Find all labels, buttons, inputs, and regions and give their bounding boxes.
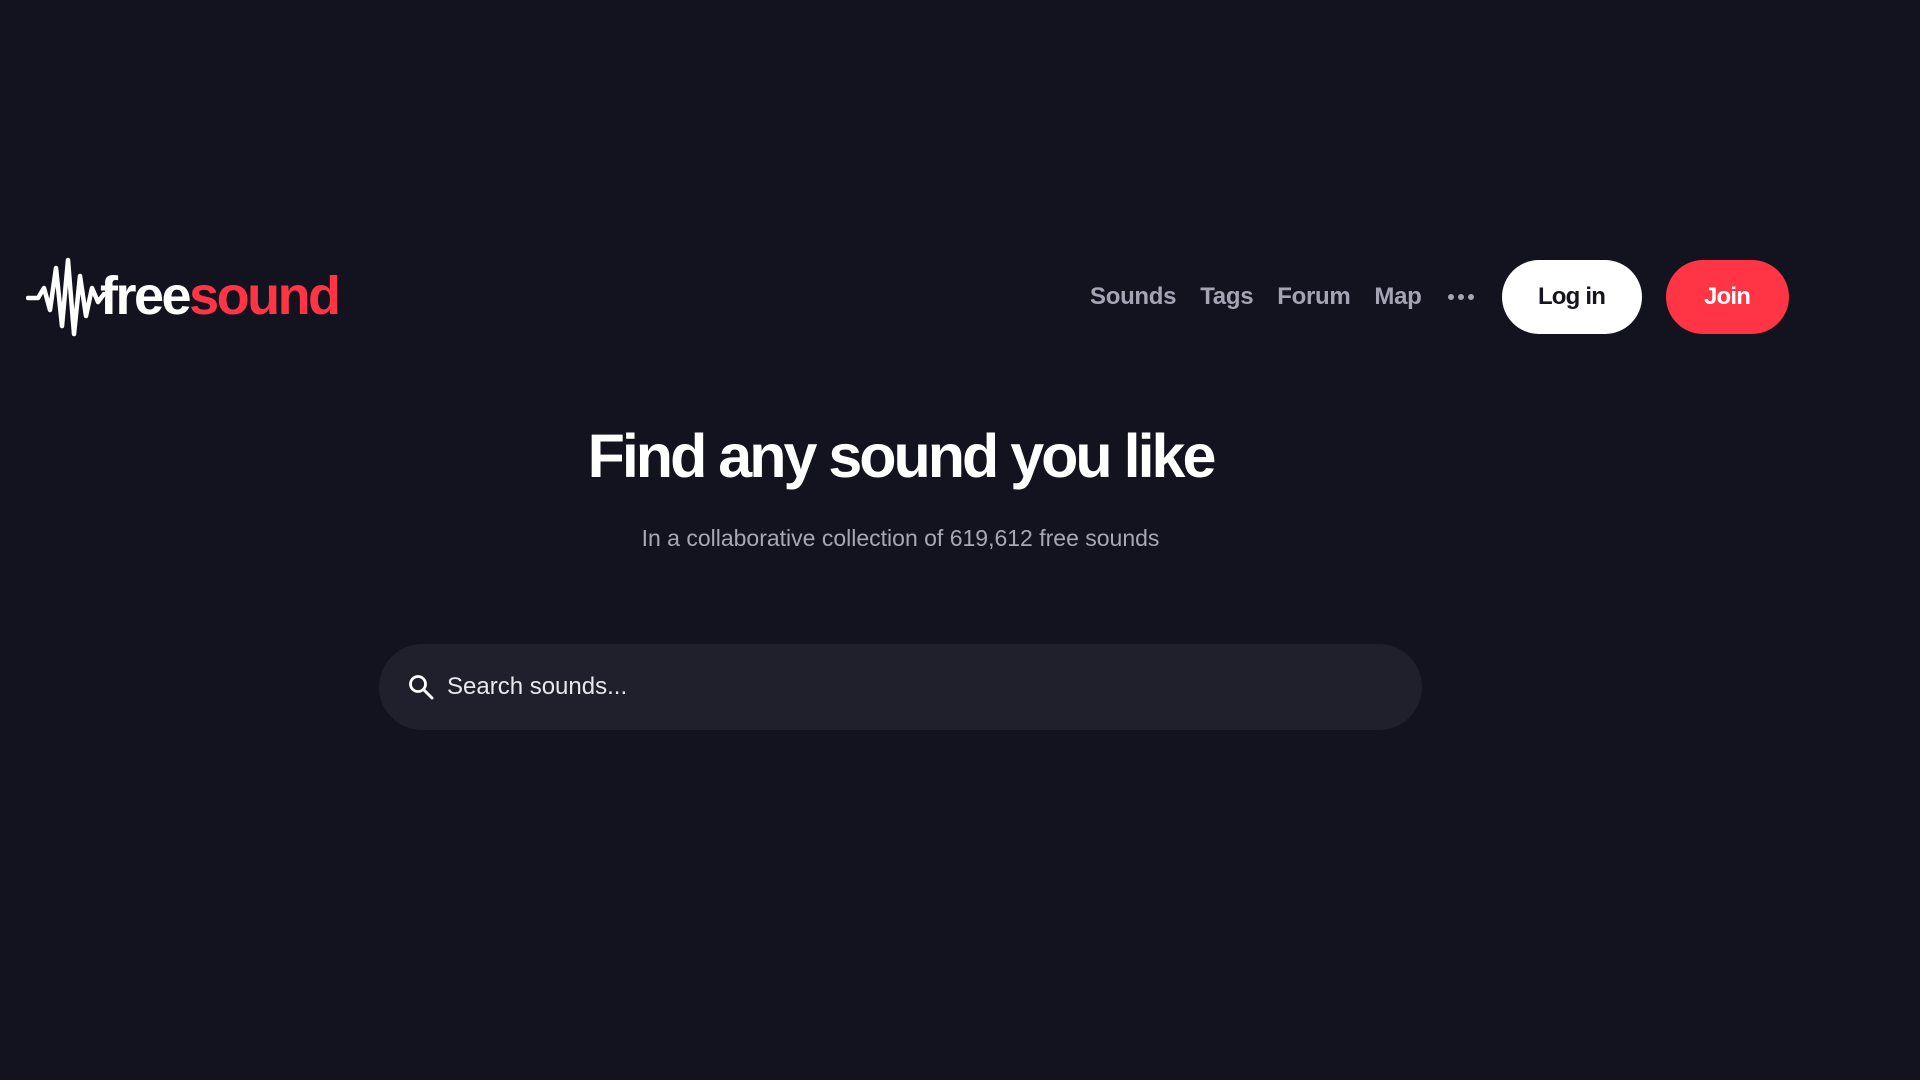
nav-item-tags[interactable]: Tags	[1200, 283, 1253, 311]
hero-title: Find any sound you like	[587, 422, 1217, 490]
more-horizontal-icon[interactable]	[1446, 260, 1476, 334]
logo-text: freesound	[100, 266, 341, 326]
search-input[interactable]	[447, 657, 1422, 717]
logo-text-sound: sound	[189, 266, 341, 326]
logo-text-free: free	[100, 266, 192, 326]
main-nav: Sounds Tags Forum Map Log in Join	[1090, 260, 1789, 334]
page: freesound Sounds Tags Forum Map Log in J…	[0, 0, 1920, 1080]
nav-item-forum[interactable]: Forum	[1277, 283, 1350, 311]
nav-item-map[interactable]: Map	[1374, 283, 1421, 311]
search-bar[interactable]	[379, 644, 1422, 730]
waveform-icon	[26, 257, 106, 337]
nav-item-sounds[interactable]: Sounds	[1090, 283, 1177, 311]
join-button[interactable]: Join	[1665, 260, 1789, 334]
freesound-logo[interactable]: freesound	[26, 254, 341, 338]
search-icon	[409, 675, 434, 700]
login-button[interactable]: Log in	[1501, 260, 1642, 334]
hero-subtitle: In a collaborative collection of 619,612…	[641, 525, 1160, 551]
